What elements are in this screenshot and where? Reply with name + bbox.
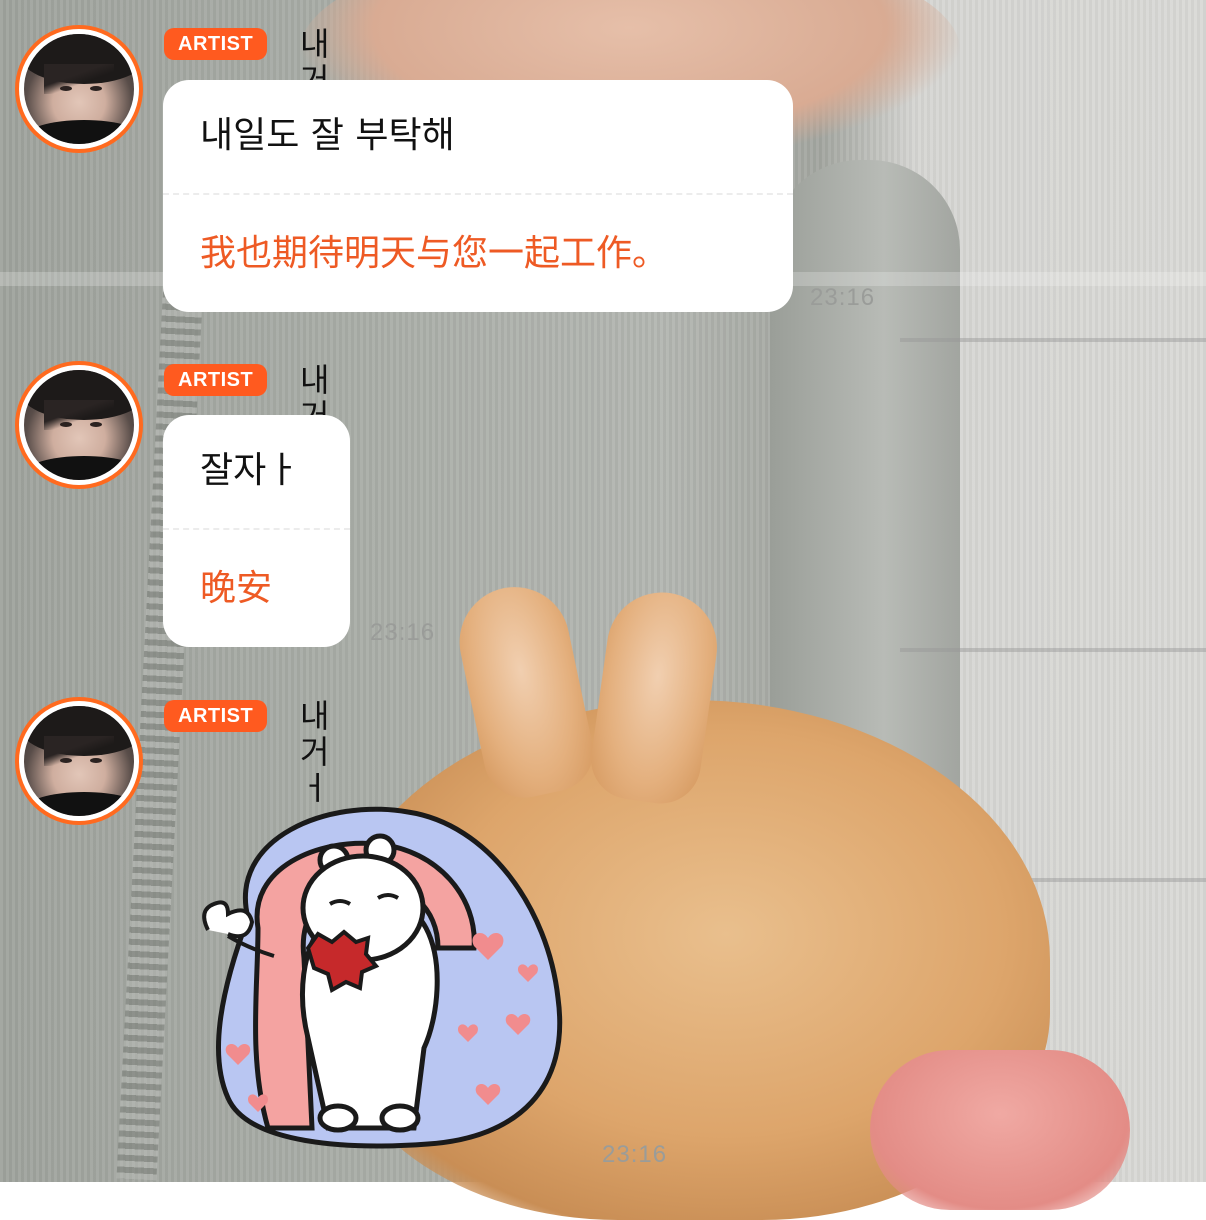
artist-badge: ARTIST	[164, 364, 268, 396]
message-translation-text: 晚安	[200, 568, 273, 609]
artist-badge: ARTIST	[164, 28, 268, 60]
artist-avatar[interactable]	[15, 25, 143, 153]
sleepy-bear-in-blanket-sticker[interactable]	[188, 798, 588, 1150]
artist-avatar[interactable]	[15, 361, 143, 489]
avatar-photo	[24, 34, 134, 144]
message-timestamp: 23:16	[602, 1141, 668, 1168]
sender-name: 내거ㅓ	[300, 697, 330, 807]
translation-divider	[163, 193, 793, 195]
avatar-photo	[24, 706, 134, 816]
artist-avatar[interactable]	[15, 697, 143, 825]
message-translation-text: 我也期待明天与您一起工作。	[200, 233, 669, 274]
message-timestamp: 23:16	[810, 284, 876, 311]
message-timestamp: 23:16	[370, 619, 436, 646]
message-bubble[interactable]: 내일도 잘 부탁해 我也期待明天与您一起工作。	[163, 80, 793, 312]
background-finger	[870, 1050, 1130, 1210]
artist-badge: ARTIST	[164, 700, 268, 732]
background-wall-line	[900, 648, 1206, 652]
message-original-text: 잘자ㅏ	[200, 450, 300, 491]
message-original-text: 내일도 잘 부탁해	[200, 115, 455, 156]
translation-divider	[163, 528, 350, 530]
avatar-photo	[24, 370, 134, 480]
message-bubble[interactable]: 잘자ㅏ 晚安	[163, 415, 350, 647]
background-wall-line	[900, 338, 1206, 342]
